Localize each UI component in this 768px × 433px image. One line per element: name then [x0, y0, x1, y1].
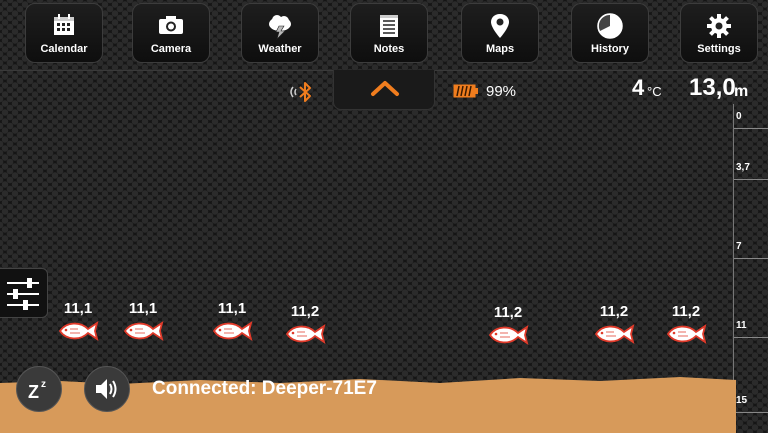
- settings-icon: [707, 14, 731, 38]
- fish-depth: 11,1: [128, 300, 158, 317]
- calendar-label: Calendar: [40, 43, 88, 55]
- sound-button[interactable]: [84, 366, 130, 412]
- depth-tick: 11: [734, 320, 768, 338]
- camera-label: Camera: [150, 43, 192, 55]
- collapse-toolbar-tab[interactable]: [333, 70, 435, 110]
- calendar-icon: [54, 14, 74, 35]
- weather-button[interactable]: Weather: [241, 3, 319, 63]
- sonar-settings-button[interactable]: [0, 268, 48, 318]
- fish-depth: 11,1: [217, 300, 247, 317]
- sound-icon: [96, 379, 117, 399]
- fish-icon: [212, 320, 253, 342]
- bluetooth-icon: [290, 82, 311, 102]
- fish-marker[interactable]: 11,2: [585, 303, 643, 346]
- top-navigation-bar: Calendar Camera Weather Notes Maps Histo…: [0, 0, 768, 70]
- sleep-button[interactable]: Z z: [16, 366, 62, 412]
- history-label: History: [591, 43, 629, 55]
- svg-text:z: z: [41, 379, 46, 390]
- fish-marker[interactable]: 11,1: [203, 300, 261, 343]
- history-button[interactable]: History: [571, 3, 649, 63]
- fish-icon: [488, 324, 529, 346]
- connection-status: Connected: Deeper-71E7: [152, 378, 377, 399]
- filter-sliders-icon: [7, 278, 39, 310]
- temperature-value: 4: [632, 75, 645, 100]
- fish-icon: [666, 323, 707, 345]
- fish-icon: [594, 323, 635, 345]
- svg-text:Z: Z: [28, 382, 39, 402]
- notes-button[interactable]: Notes: [350, 3, 428, 63]
- depth-unit: m: [734, 83, 749, 100]
- camera-button[interactable]: Camera: [132, 3, 210, 63]
- weather-label: Weather: [258, 43, 302, 55]
- depth-value: 13,0: [689, 74, 736, 101]
- depth-scale: 0 3,7 7 11 15: [733, 104, 768, 414]
- fish-icon: [58, 320, 99, 342]
- depth-tick: 3,7: [734, 162, 768, 180]
- notes-label: Notes: [373, 43, 405, 55]
- maps-icon: [491, 14, 509, 38]
- battery-icon: [453, 84, 478, 98]
- depth-tick: 7: [734, 241, 768, 259]
- calendar-button[interactable]: Calendar: [25, 3, 103, 63]
- settings-button[interactable]: Settings: [680, 3, 758, 63]
- fish-depth: 11,2: [599, 303, 629, 320]
- fish-marker[interactable]: 11,1: [49, 300, 107, 343]
- maps-button[interactable]: Maps: [461, 3, 539, 63]
- fish-marker[interactable]: 11,1: [114, 300, 172, 343]
- fish-depth: 11,2: [671, 303, 701, 320]
- fish-marker[interactable]: 11,2: [657, 303, 715, 346]
- chevron-up-icon: [371, 81, 399, 96]
- battery-percent: 99%: [486, 83, 517, 100]
- settings-label: Settings: [697, 43, 741, 55]
- fish-depth: 11,2: [290, 303, 320, 320]
- fish-icon: [123, 320, 164, 342]
- depth-tick: 15: [734, 395, 768, 413]
- weather-icon: [269, 15, 291, 40]
- notes-icon: [380, 15, 398, 37]
- sleep-icon: Z z: [28, 379, 46, 402]
- fish-marker[interactable]: 11,2: [479, 304, 537, 347]
- fish-depth: 11,2: [493, 304, 523, 321]
- fish-icon: [285, 323, 326, 345]
- depth-tick: 0: [734, 111, 768, 129]
- camera-icon: [159, 16, 183, 34]
- history-icon: [597, 13, 623, 39]
- temperature-unit: °C: [647, 84, 662, 99]
- fish-depth: 11,1: [63, 300, 93, 317]
- maps-label: Maps: [485, 43, 515, 55]
- fish-marker[interactable]: 11,2: [276, 303, 334, 346]
